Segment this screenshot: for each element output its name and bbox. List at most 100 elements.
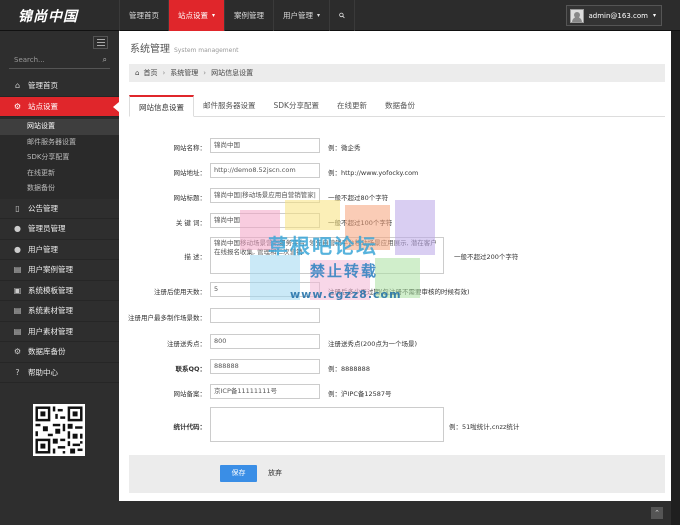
field-label: 注册后使用天数： [154,288,206,296]
top-nav: 管理首页 站点设置 ▾ 案例管理 用户管理 ▾ [119,0,356,31]
field-hint: 一般不超过100个字符 [328,219,393,227]
field-hint: 例：微企秀 [328,144,361,152]
sidebar-item-label: 系统素材管理 [28,306,73,316]
sidebar-item-home[interactable]: ⌂ 管理首页 [0,76,119,97]
sidebar-item-announcements[interactable]: ▯ 公告管理 [0,199,119,219]
page-subtitle: System management [174,47,239,54]
description-textarea[interactable]: 锦尚中国移动场景营销服务平台, 领先自营销平台移动场景应用展示, 潜在客户在线报… [210,237,444,274]
chevron-up-icon: ⌃ [654,509,660,517]
topnav-cases[interactable]: 案例管理 [224,0,273,31]
user-icon: ● [14,244,21,254]
menu-icon-bar [96,39,105,40]
sidebar-item-label: 管理员管理 [28,224,66,234]
sidebar-item-label: 系统模板管理 [28,285,73,295]
page-title: 系统管理 System management [130,40,238,55]
sidebar-subitem-backup[interactable]: 数据备份 [0,181,119,197]
sidebar-item-user-assets[interactable]: ▤ 用户素材管理 [0,322,119,342]
save-button[interactable]: 保存 [220,465,257,482]
user-icon: ● [14,224,21,234]
tab-sdk-share[interactable]: SDK分享配置 [265,95,328,117]
field-label: 统计代码： [173,423,207,431]
breadcrumb-current: 网站信息设置 [211,69,254,77]
sidebar-menu: ⌂ 管理首页 ⚙ 站点设置 网站设置 邮件服务器设置 SDK分享配置 在线更新 数据… [0,76,119,383]
field-label: 网站名称： [173,144,207,152]
bookmark-icon: ▯ [15,203,20,213]
briefcase-icon: ▣ [13,285,22,295]
search-placeholder: Search... [14,56,45,64]
tab-mail-server[interactable]: 邮件服务器设置 [194,95,265,117]
breadcrumb-home[interactable]: 首页 [143,68,157,78]
sidebar-item-label: 管理首页 [28,81,58,91]
site-url-input[interactable]: http://demo8.52jscn.com [210,163,320,178]
logo[interactable]: 锦尚中国 [18,6,78,26]
sidebar-item-site-settings[interactable]: ⚙ 站点设置 [0,96,119,117]
contact-qq-input[interactable]: 888888 [210,359,320,374]
sidebar-toggle-button[interactable] [93,36,108,49]
breadcrumb-separator: › [203,69,207,77]
icp-input[interactable]: 京ICP备11111111号 [210,384,320,399]
tab-data-backup[interactable]: 数据备份 [376,95,424,117]
sidebar-item-label: 数据库备份 [28,347,66,357]
tab-online-update[interactable]: 在线更新 [328,95,376,117]
sidebar-item-templates[interactable]: ▣ 系统模板管理 [0,281,119,301]
topnav-users[interactable]: 用户管理 ▾ [273,0,329,31]
topnav-site-settings[interactable]: 站点设置 ▾ [168,0,225,31]
signup-points-input[interactable]: 800 [210,334,320,349]
field-label: 网站标题： [173,194,207,202]
sidebar-item-admins[interactable]: ● 管理员管理 [0,219,119,240]
sidebar-item-label: 用户管理 [28,244,58,254]
help-icon: ? [15,367,20,377]
sidebar-subitem-sdk[interactable]: SDK分享配置 [0,150,119,166]
sidebar-item-label: 公告管理 [28,203,58,213]
sidebar-search-input[interactable]: Search... ⌕ [9,53,110,69]
field-hint: 例：8888888 [328,365,370,373]
sidebar-submenu: 网站设置 邮件服务器设置 SDK分享配置 在线更新 数据备份 [0,117,119,199]
sidebar-subitem-mail[interactable]: 邮件服务器设置 [0,135,119,151]
list-icon: ▤ [13,306,22,316]
site-title-input[interactable]: 锦尚中国|移动场景应用自营销管家| [210,188,320,203]
settings-tabs: 网站信息设置 邮件服务器设置 SDK分享配置 在线更新 数据备份 [129,95,665,117]
chevron-down-icon: ▾ [212,12,216,19]
sidebar-item-user-cases[interactable]: ▤ 用户案例管理 [0,260,119,281]
field-label: 网站备案： [173,390,207,398]
sidebar-item-help[interactable]: ? 帮助中心 [0,363,119,383]
sidebar-item-db-backup[interactable]: ⚙ 数据库备份 [0,342,119,363]
trial-days-input[interactable]: 5 [210,282,320,297]
field-hint: 注册送秀点(200点为一个场景) [328,340,417,348]
field-hint: 例：51啦统计,cnzz统计 [449,423,520,431]
topnav-label: 用户管理 [283,11,314,20]
cogs-icon: ⚙ [13,101,22,111]
field-hint: 注册后多少天过期(包注册不需要审核的时候有效) [328,288,470,296]
field-label: 描 述： [184,253,206,261]
keywords-input[interactable]: 锦尚中国 [210,213,320,228]
cancel-button[interactable]: 放弃 [268,465,282,482]
qr-code [33,404,85,456]
breadcrumb-system[interactable]: 系统管理 [170,68,198,78]
field-hint: 一般不超过200个字符 [454,253,519,261]
window-edge [671,31,680,525]
sidebar-subitem-update[interactable]: 在线更新 [0,166,119,182]
field-hint: 例：http://www.yofocky.com [328,169,419,177]
home-icon: ⌂ [14,81,21,91]
field-label: 注册用户最多制作场景数： [128,314,206,322]
scroll-top-button[interactable]: ⌃ [651,507,663,519]
list-icon: ▤ [13,326,22,336]
topnav-label: 管理首页 [129,11,159,20]
topnav-label: 站点设置 [178,11,208,20]
tab-site-info[interactable]: 网站信息设置 [129,95,194,117]
sidebar-item-users[interactable]: ● 用户管理 [0,240,119,260]
user-menu[interactable]: admin@163.com ▾ [565,5,662,26]
search-button[interactable] [329,0,356,31]
page-title-text: 系统管理 [130,44,170,55]
sidebar-item-label: 站点设置 [28,101,58,111]
field-label: 注册送秀点： [167,340,206,348]
max-scenes-input[interactable] [210,308,320,323]
sidebar-item-system-assets[interactable]: ▤ 系统素材管理 [0,301,119,322]
sidebar-subitem-site[interactable]: 网站设置 [0,119,119,135]
site-name-input[interactable]: 锦尚中国 [210,138,320,153]
topnav-home[interactable]: 管理首页 [119,0,168,31]
chevron-down-icon: ▾ [317,12,321,19]
search-icon [339,12,345,19]
stats-code-textarea[interactable] [210,407,444,442]
sidebar-item-label: 用户素材管理 [28,326,73,336]
